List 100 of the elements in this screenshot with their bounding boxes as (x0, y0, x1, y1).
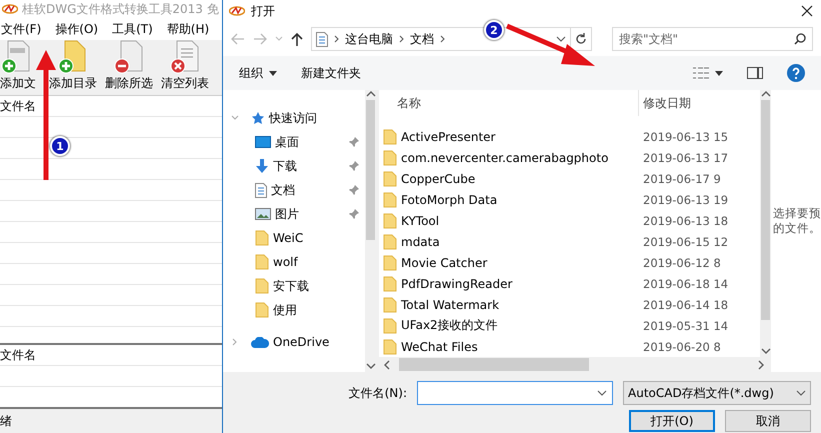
download-arrow-icon (255, 159, 269, 173)
file-row[interactable]: Movie Catcher (379, 254, 643, 270)
folder-icon (255, 254, 269, 270)
file-row[interactable]: WeChat Files (379, 338, 643, 354)
chevron-icon (399, 35, 404, 43)
preview-pane-button[interactable] (747, 67, 763, 79)
menu-item[interactable]: 操作(O) (54, 20, 100, 38)
list-view-icon (693, 67, 709, 79)
folder-icon (383, 296, 397, 312)
nav-item[interactable]: 文档 (223, 178, 365, 202)
menu-item[interactable]: 帮助(H) (166, 20, 210, 38)
folder-icon (383, 192, 397, 208)
window-title: 桂软DWG文件格式转换工具2013 免 (0, 0, 222, 18)
breadcrumb-item[interactable]: 文档 (410, 30, 434, 48)
chevron-icon (440, 35, 445, 43)
menu-item[interactable]: 文件(F) (0, 20, 42, 38)
nav-item[interactable]: 图片 (223, 202, 365, 226)
chevron-icon[interactable] (556, 36, 566, 42)
up-button[interactable] (291, 32, 303, 46)
refresh-button[interactable] (570, 27, 592, 51)
file-row[interactable]: FotoMorph Data (379, 192, 643, 208)
cloud-icon (251, 336, 269, 348)
nav-item[interactable]: 下载 (223, 154, 365, 178)
folder-icon (383, 276, 397, 292)
folder-icon (383, 254, 397, 270)
nav-item[interactable]: OneDrive (223, 330, 365, 354)
forward-arrow-icon (253, 33, 267, 45)
date-cell: 2019-06-17 9 (643, 172, 721, 186)
filename-field[interactable] (417, 381, 613, 405)
preview-pane-icon (747, 67, 763, 79)
caret-icon (269, 70, 277, 76)
monitor-icon (255, 136, 271, 148)
pin-icon[interactable] (349, 209, 359, 219)
date-cell: 2019-06-14 18 (643, 298, 728, 312)
pin-icon[interactable] (349, 137, 359, 147)
refresh-icon (575, 33, 587, 45)
folder-icon (383, 170, 397, 186)
folder-icon (383, 150, 397, 166)
back-arrow-icon (231, 33, 245, 45)
date-cell: 2019-05-31 14 (643, 318, 728, 332)
column-header[interactable]: 名称 (379, 90, 639, 116)
chevron-icon (796, 390, 806, 396)
command-button[interactable]: 新建文件夹 (301, 64, 361, 82)
file-row[interactable]: CopperCube (379, 170, 643, 186)
file-row[interactable]: mdata (379, 234, 643, 250)
file-row[interactable]: com.nevercenter.camerabagphoto (379, 150, 643, 166)
folder-icon (383, 234, 397, 250)
picture-icon (255, 208, 271, 220)
date-cell: 2019-06-20 8 (643, 340, 721, 354)
date-cell: 2019-06-13 15 (643, 130, 728, 144)
chevron-icon[interactable] (597, 390, 607, 396)
dialog-button[interactable]: 打开(O) (629, 410, 715, 432)
close-icon (801, 4, 813, 16)
scrollbar-thumb[interactable] (761, 100, 770, 320)
breadcrumb-item[interactable]: 这台电脑 (345, 30, 393, 48)
dialog-title: 打开 (251, 2, 275, 20)
nav-item[interactable]: 快速访问 (223, 106, 365, 130)
dialog-button[interactable]: 取消 (725, 410, 811, 432)
star-icon (251, 111, 265, 125)
toolbar-button[interactable]: 清空列表 (158, 40, 212, 92)
document-icon (255, 182, 267, 198)
file-row[interactable]: KYTool (379, 212, 643, 228)
scrollbar-thumb[interactable] (366, 100, 375, 240)
nav-item[interactable]: wolf (223, 250, 365, 274)
help-button[interactable] (787, 64, 805, 82)
file-type-dropdown[interactable]: AutoCAD存档文件(*.dwg) (623, 381, 811, 405)
folder-icon (383, 128, 397, 144)
app-logo-icon (229, 6, 245, 16)
column-header[interactable]: 修改日期 (639, 90, 759, 116)
date-cell: 2019-06-18 14 (643, 276, 728, 290)
file-row[interactable]: Total Watermark (379, 296, 643, 312)
toolbar-button[interactable]: 添加文 (0, 40, 44, 92)
status-text: 绪 (0, 412, 13, 430)
command-button[interactable]: 组织 (239, 64, 277, 82)
menu-item[interactable]: 工具(T) (111, 20, 154, 38)
nav-item[interactable]: 使用 (223, 298, 365, 322)
scrollbar-thumb[interactable] (399, 358, 589, 371)
nav-item[interactable]: 安下载 (223, 274, 365, 298)
file-row[interactable]: ActivePresenter (379, 128, 643, 144)
folder-icon (383, 318, 397, 334)
folder-icon (383, 338, 397, 354)
date-cell: 2019-06-15 12 (643, 234, 728, 248)
folder-icon (255, 230, 269, 246)
document-icon (316, 32, 328, 46)
search-field[interactable]: 搜索"文档" (612, 27, 813, 51)
toolbar-button[interactable]: 删除所选 (102, 40, 156, 92)
pin-icon[interactable] (349, 161, 359, 171)
date-cell: 2019-06-13 19 (643, 192, 728, 206)
folder-icon (383, 212, 397, 228)
nav-item[interactable]: 桌面 (223, 130, 365, 154)
help-icon (787, 64, 805, 82)
file-row[interactable]: PdfDrawingReader (379, 276, 643, 292)
chevron-icon (334, 35, 339, 43)
folder-icon (255, 278, 269, 294)
up-arrow-icon (291, 32, 303, 46)
pin-icon[interactable] (349, 185, 359, 195)
file-row[interactable]: UFax2接收的文件 (379, 317, 643, 334)
view-options-button[interactable] (693, 67, 723, 79)
search-icon (794, 33, 806, 45)
nav-item[interactable]: WeiC (223, 226, 365, 250)
